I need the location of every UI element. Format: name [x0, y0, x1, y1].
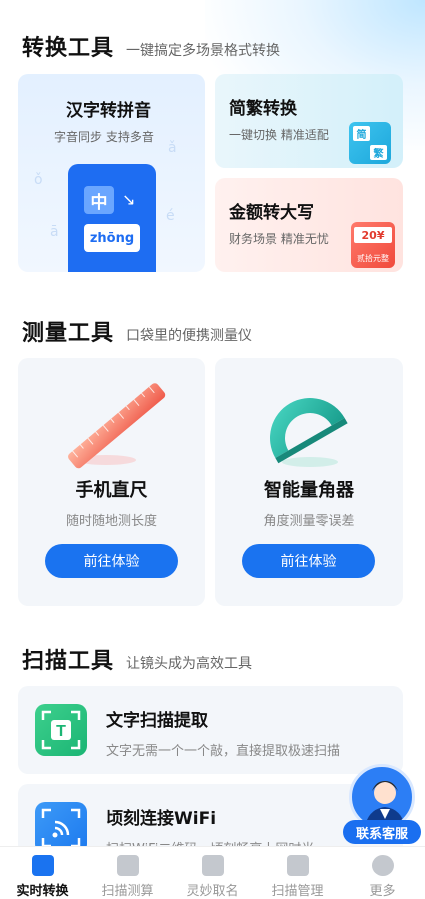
section-title: 扫描工具: [22, 649, 115, 674]
money-icon: 20¥ 贰拾元整: [351, 222, 395, 268]
tab-realtime-convert[interactable]: 实时转换: [0, 847, 85, 899]
item-desc: 文字无需一个一个敲，直接提取极速扫描: [106, 744, 341, 759]
money-card[interactable]: 金额转大写 财务场景 精准无忧 20¥ 贰拾元整: [215, 178, 403, 272]
decorative-glyph: ā: [50, 224, 59, 240]
nav-label: 更多: [369, 884, 396, 899]
card-title: 手机直尺: [75, 480, 148, 501]
svg-text:T: T: [56, 723, 66, 740]
protractor-card[interactable]: 智能量角器 角度测量零误差 前往体验: [215, 358, 403, 606]
card-title: 金额转大写: [229, 203, 314, 223]
card-desc: 一键切换 精准适配: [229, 128, 329, 142]
text-scan-item[interactable]: T 文字扫描提取 文字无需一个一个敲，直接提取极速扫描: [18, 686, 403, 774]
caps-label: 贰拾元整: [357, 254, 389, 263]
badge-simplified: 简: [353, 126, 370, 141]
tab-more[interactable]: 更多: [340, 847, 425, 899]
tab-scan-measure[interactable]: 扫描测算: [85, 847, 170, 899]
try-ruler-button[interactable]: 前往体验: [45, 544, 178, 578]
conversion-section-header: 转换工具 一键搞定多场景格式转换: [22, 30, 280, 62]
folder-icon: [286, 855, 309, 876]
item-title: 文字扫描提取: [106, 711, 208, 731]
customer-service-button[interactable]: 联系客服: [343, 764, 423, 848]
tab-scan-manage[interactable]: 扫描管理: [255, 847, 340, 899]
ruler-card[interactable]: 手机直尺 随时随地测长度 前往体验: [18, 358, 205, 606]
section-subtitle: 一键搞定多场景格式转换: [126, 43, 281, 59]
nav-label: 扫描管理: [271, 884, 324, 899]
item-title: 顷刻连接WiFi: [106, 809, 217, 829]
arrow-icon: ↘: [122, 190, 136, 209]
phone-illustration: 中 ↘ zhōng: [68, 164, 156, 272]
badge-traditional: 繁: [370, 145, 387, 160]
pinyin-card[interactable]: 汉字转拼音 字音同步 支持多音 ǒ ā ǎ é 中 ↘ zhōng: [18, 74, 205, 272]
card-desc: 角度测量零误差: [263, 514, 355, 529]
text-scan-icon: T: [35, 704, 87, 756]
tab-naming[interactable]: 灵妙取名: [170, 847, 255, 899]
card-title: 汉字转拼音: [66, 101, 151, 121]
fanjian-card[interactable]: 简繁转换 一键切换 精准适配 简 繁: [215, 74, 403, 168]
card-desc: 随时随地测长度: [65, 514, 157, 529]
service-label: 联系客服: [343, 820, 421, 844]
simplified-traditional-icon: 简 繁: [349, 122, 391, 164]
nav-label: 灵妙取名: [186, 884, 239, 899]
scan-section-header: 扫描工具 让镜头成为高效工具: [22, 643, 252, 675]
section-title: 转换工具: [22, 36, 115, 61]
nav-label: 实时转换: [16, 884, 69, 899]
card-desc: 字音同步 支持多音: [54, 130, 154, 144]
nav-label: 扫描测算: [101, 884, 154, 899]
section-subtitle: 让镜头成为高效工具: [126, 656, 253, 672]
pen-icon: [201, 855, 224, 876]
decorative-glyph: ǒ: [34, 172, 43, 188]
amount-label: 20¥: [354, 227, 392, 243]
bottom-nav: 实时转换 扫描测算 灵妙取名 扫描管理 更多: [0, 846, 425, 899]
user-icon: [371, 855, 394, 876]
card-title: 简繁转换: [229, 99, 297, 119]
ruler-icon: [68, 383, 166, 469]
decorative-glyph: é: [166, 208, 175, 224]
section-title: 测量工具: [22, 321, 115, 346]
card-title: 智能量角器: [264, 480, 354, 501]
measure-section-header: 测量工具 口袋里的便携测量仪: [22, 315, 252, 347]
chinese-char-tile: 中: [84, 186, 114, 214]
decorative-glyph: ǎ: [168, 140, 177, 156]
scan-icon: [116, 855, 139, 876]
protractor-icon: [270, 398, 348, 467]
pinyin-tile: zhōng: [84, 224, 140, 252]
try-protractor-button[interactable]: 前往体验: [242, 544, 375, 578]
card-desc: 财务场景 精准无忧: [229, 232, 329, 246]
convert-icon: [31, 855, 54, 876]
section-subtitle: 口袋里的便携测量仪: [126, 328, 253, 344]
